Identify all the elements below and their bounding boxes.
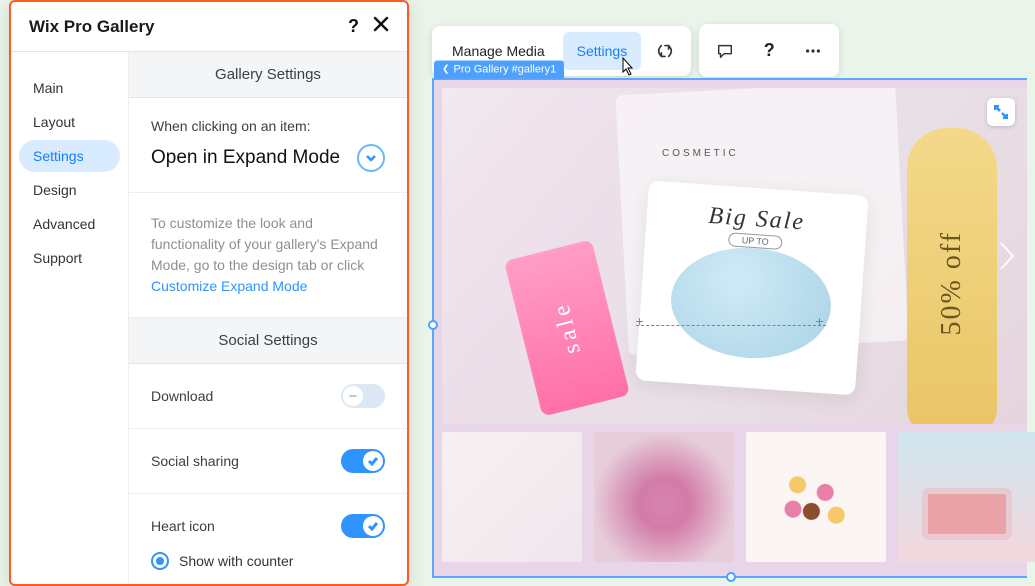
sidebar-item-advanced[interactable]: Advanced <box>19 208 120 240</box>
image-text-sale: sale <box>547 299 586 357</box>
thumbnail[interactable] <box>594 432 734 562</box>
radio-icon <box>151 552 169 570</box>
breadcrumb-label: Pro Gallery #gallery1 <box>454 63 557 75</box>
thumbnail[interactable] <box>442 432 582 562</box>
chevron-left-icon: ❮ <box>442 64 450 75</box>
expand-button[interactable] <box>987 98 1015 126</box>
animation-icon[interactable] <box>645 32 685 70</box>
image-text-cosmetic: COSMETIC <box>662 148 739 159</box>
sidebar-item-support[interactable]: Support <box>19 242 120 274</box>
social-sharing-label: Social sharing <box>151 453 239 469</box>
alignment-guide: ++ <box>636 325 826 326</box>
thumbnail[interactable] <box>746 432 886 562</box>
panel-sidebar: Main Layout Settings Design Advanced Sup… <box>11 52 129 584</box>
sidebar-item-main[interactable]: Main <box>19 72 120 104</box>
chevron-down-icon[interactable] <box>357 144 385 172</box>
customize-expand-mode-link[interactable]: Customize Expand Mode <box>151 278 307 294</box>
sidebar-item-settings[interactable]: Settings <box>19 140 120 172</box>
heart-option-label: Show with counter <box>179 553 293 569</box>
next-arrow[interactable] <box>991 232 1023 280</box>
image-text-fifty: 50% off <box>936 231 968 335</box>
comment-icon[interactable] <box>705 30 745 71</box>
settings-panel: Wix Pro Gallery ? Main Layout Settings D… <box>9 0 409 586</box>
click-behavior-value: Open in Expand Mode <box>151 147 340 169</box>
more-icon[interactable] <box>793 30 833 71</box>
sidebar-item-layout[interactable]: Layout <box>19 106 120 138</box>
close-icon[interactable] <box>373 16 389 37</box>
heart-icon-toggle[interactable] <box>341 514 385 538</box>
gallery-component[interactable]: ❮ Pro Gallery #gallery1 COSMETIC Big Sal… <box>432 78 1027 578</box>
section-gallery-settings: Gallery Settings <box>129 52 407 98</box>
panel-header: Wix Pro Gallery ? <box>11 2 407 52</box>
sidebar-item-design[interactable]: Design <box>19 174 120 206</box>
help-icon[interactable]: ? <box>348 16 359 37</box>
help-icon[interactable]: ? <box>749 30 789 71</box>
heart-option-show-with-counter[interactable]: Show with counter <box>129 548 407 584</box>
panel-content[interactable]: Gallery Settings When clicking on an ite… <box>129 52 407 584</box>
click-behavior-label: When clicking on an item: <box>151 118 385 134</box>
breadcrumb[interactable]: ❮ Pro Gallery #gallery1 <box>434 59 564 79</box>
section-social-settings: Social Settings <box>129 318 407 364</box>
gallery-thumbnails <box>442 432 1027 564</box>
panel-title: Wix Pro Gallery <box>29 17 155 37</box>
resize-handle-bottom[interactable] <box>726 572 736 582</box>
gallery-main-image[interactable]: COSMETIC Big Sale UP TO sale 50% off <box>442 88 1027 424</box>
settings-button[interactable]: Settings <box>563 32 642 70</box>
expand-mode-hint: To customize the look and functionality … <box>151 213 385 297</box>
heart-icon-label: Heart icon <box>151 518 215 534</box>
resize-handle-left[interactable] <box>428 320 438 330</box>
download-toggle[interactable] <box>341 384 385 408</box>
social-sharing-toggle[interactable] <box>341 449 385 473</box>
click-behavior-select[interactable]: Open in Expand Mode <box>151 144 385 172</box>
thumbnail[interactable] <box>898 432 1035 562</box>
download-label: Download <box>151 388 213 404</box>
